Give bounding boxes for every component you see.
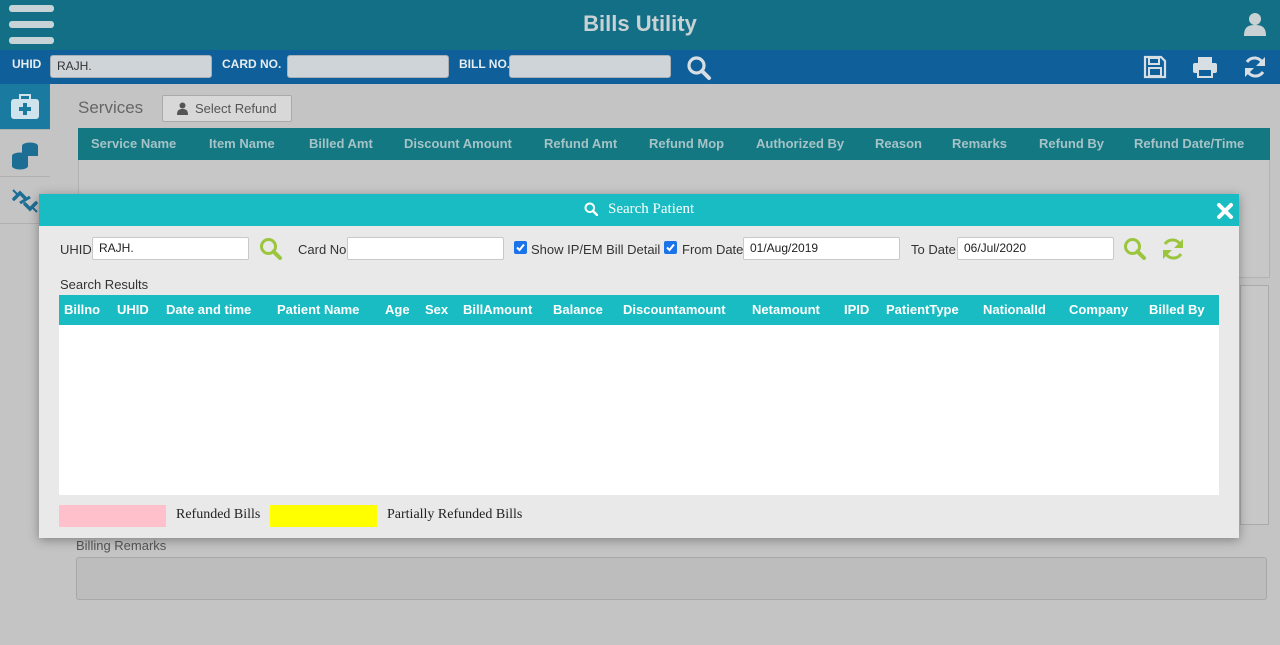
column-header: Service Name: [91, 136, 177, 151]
bill-no-input[interactable]: [509, 55, 671, 78]
show-ip-checkbox[interactable]: [514, 241, 527, 254]
column-header: NationalId: [983, 302, 1046, 317]
medical-kit-icon: [11, 94, 39, 119]
column-header: Refund Amt: [544, 136, 618, 151]
show-ip-label: Show IP/EM Bill Detail: [531, 242, 661, 257]
uhid-input[interactable]: RAJH.: [50, 55, 212, 78]
column-header: Reason: [875, 136, 922, 151]
app-title: Bills Utility: [583, 11, 697, 36]
print-icon[interactable]: [1192, 56, 1218, 78]
user-icon: [177, 102, 188, 115]
column-header: Company: [1069, 302, 1129, 317]
refunded-legend-swatch: [59, 505, 166, 527]
partially-refunded-legend-label: Partially Refunded Bills: [387, 507, 523, 522]
uhid-label: UHID: [12, 57, 42, 71]
billing-remarks-label: Billing Remarks: [76, 538, 167, 553]
card-no-label: Card No: [298, 242, 347, 257]
column-header: Balance: [553, 302, 603, 317]
close-icon[interactable]: [1215, 201, 1235, 221]
nav-item-billing[interactable]: [0, 131, 50, 177]
checkmark-icon: [666, 243, 675, 252]
save-icon[interactable]: [1143, 55, 1167, 79]
column-header: Billed Amt: [309, 136, 373, 151]
nav-item-medical[interactable]: [0, 84, 50, 130]
column-header: Billed By: [1149, 302, 1205, 317]
results-table-body: [59, 325, 1219, 495]
column-header: Refund Date/Time: [1134, 136, 1245, 151]
side-panel: [1240, 285, 1269, 525]
coins-icon: [12, 142, 38, 170]
partially-refunded-legend-swatch: [270, 505, 377, 527]
column-header: PatientType: [886, 302, 959, 317]
services-title: Services: [78, 98, 144, 117]
dialog-title: Search Patient: [608, 201, 695, 217]
uhid-input[interactable]: RAJH.: [92, 237, 249, 260]
search-icon[interactable]: [686, 55, 712, 81]
column-header: Remarks: [952, 136, 1007, 151]
broken-link-icon: [12, 189, 38, 213]
refresh-icon[interactable]: [1161, 237, 1185, 261]
bill-no-label: BILL NO.: [459, 57, 511, 71]
column-header: Authorized By: [756, 136, 845, 151]
billing-remarks-textarea[interactable]: [76, 557, 1267, 600]
card-no-input[interactable]: [347, 237, 504, 260]
search-icon[interactable]: [259, 237, 283, 261]
column-header: IPID: [844, 302, 870, 317]
column-header: Netamount: [752, 302, 820, 317]
column-header: Refund By: [1039, 136, 1104, 151]
column-header: Discount Amount: [404, 136, 512, 151]
column-header: Sex: [425, 302, 449, 317]
column-header: Patient Name: [277, 302, 360, 317]
from-date-checkbox[interactable]: [664, 241, 677, 254]
refresh-icon[interactable]: [1243, 55, 1267, 79]
select-refund-button[interactable]: Select Refund: [162, 95, 292, 122]
checkmark-icon: [516, 243, 525, 252]
from-date-label: From Date: [682, 242, 744, 257]
select-refund-label: Select Refund: [195, 101, 277, 116]
from-date-input[interactable]: 01/Aug/2019: [743, 237, 900, 260]
title-bar: Bills Utility: [0, 0, 1280, 50]
column-header: Item Name: [209, 136, 275, 151]
uhid-label: UHID: [60, 242, 92, 257]
refunded-legend-label: Refunded Bills: [176, 507, 261, 522]
card-no-label: CARD NO.: [222, 57, 282, 71]
column-header: Billno: [64, 302, 101, 317]
column-header: BillAmount: [463, 302, 533, 317]
column-header: Discountamount: [623, 302, 726, 317]
column-header: Age: [385, 302, 410, 317]
search-icon[interactable]: [1123, 237, 1147, 261]
column-header: UHID: [117, 302, 149, 317]
search-patient-dialog: Search Patient UHID RAJH. Card No Show I…: [39, 194, 1239, 538]
user-icon[interactable]: [1244, 12, 1266, 36]
card-no-input[interactable]: [287, 55, 449, 78]
to-date-input[interactable]: 06/Jul/2020: [957, 237, 1114, 260]
search-icon: [584, 202, 598, 216]
dialog-header: Search Patient: [39, 194, 1239, 226]
results-table-header: Billno UHID Date and time Patient Name A…: [59, 295, 1219, 325]
services-table-header: Service Name Item Name Billed Amt Discou…: [78, 128, 1270, 160]
column-header: Refund Mop: [649, 136, 725, 151]
patient-search-bar: UHID RAJH. CARD NO. BILL NO.: [0, 50, 1280, 84]
column-header: Date and time: [166, 302, 252, 317]
search-results-label: Search Results: [60, 277, 149, 292]
to-date-label: To Date: [911, 242, 956, 257]
